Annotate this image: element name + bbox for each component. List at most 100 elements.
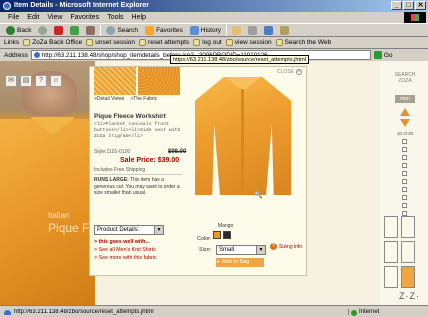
- forward-button[interactable]: [36, 25, 49, 35]
- swatch-row: [94, 67, 180, 95]
- document-icon[interactable]: ▤: [20, 75, 32, 87]
- see-knit-shirts-link[interactable]: > See all Men's Knit Shirts: [94, 247, 156, 253]
- link-unset-session[interactable]: unset session: [86, 39, 135, 46]
- menu-favorites[interactable]: Favorites: [70, 12, 99, 23]
- title-bar: Item Details - Microsoft Internet Explor…: [0, 0, 428, 12]
- home-icon: [86, 25, 96, 35]
- color-swatch-black[interactable]: [223, 231, 231, 239]
- outfit-thumbnail-active[interactable]: [401, 266, 415, 288]
- men-category[interactable]: men: [395, 95, 415, 103]
- link-log-out[interactable]: log out: [193, 39, 222, 46]
- go-button[interactable]: Go: [373, 51, 393, 59]
- free-shipping-note: Includes Free Shipping: [94, 167, 146, 173]
- detail-views-link[interactable]: >Detail Views: [94, 96, 124, 102]
- item-dot[interactable]: [402, 195, 407, 200]
- outfit-thumbnail[interactable]: [384, 241, 398, 263]
- menu-help[interactable]: Help: [132, 12, 146, 23]
- outfit-thumbnails: [384, 216, 415, 288]
- page-icon: [86, 39, 94, 46]
- size-select[interactable]: Small: [216, 245, 266, 255]
- item-dot[interactable]: [402, 155, 407, 160]
- address-label: Address: [4, 51, 28, 59]
- windows-logo-icon: [404, 12, 426, 23]
- menu-edit[interactable]: Edit: [27, 12, 39, 23]
- discuss-button[interactable]: [278, 25, 291, 35]
- item-count: 10 of 30: [396, 131, 414, 136]
- link-reset-attempts[interactable]: reset attempts: [139, 39, 189, 46]
- search-zoza-link[interactable]: SEARCH ZOZA: [390, 72, 420, 84]
- history-button[interactable]: History: [188, 25, 223, 35]
- home-button[interactable]: [84, 25, 97, 35]
- stop-button[interactable]: [52, 25, 65, 35]
- edit-button[interactable]: [262, 25, 275, 35]
- see-fabric-link[interactable]: > See more with this fabric: [94, 255, 157, 261]
- scroll-down-arrow-icon[interactable]: [400, 119, 410, 127]
- side-pique-text: Pique Fl: [48, 221, 93, 235]
- print-button[interactable]: [246, 25, 259, 35]
- close-button[interactable]: ✕: [415, 1, 426, 10]
- toolbar: Back Search Favorites History: [0, 23, 428, 37]
- item-dot[interactable]: [402, 147, 407, 152]
- scroll-up-arrow-icon[interactable]: [400, 108, 410, 116]
- link-view-session[interactable]: view session: [225, 39, 272, 46]
- color-swatch-mango[interactable]: [213, 231, 221, 239]
- item-dot[interactable]: [402, 163, 407, 168]
- link-tooltip: https://63.211.138.48/zbo/source/reset_a…: [170, 55, 309, 64]
- favorites-button[interactable]: Favorites: [143, 25, 185, 35]
- color-label: Color:: [197, 236, 212, 242]
- info-icon: ?: [270, 243, 277, 250]
- model-photo: Italian Pique Fl: [0, 61, 95, 305]
- fabric-thumbnail[interactable]: [138, 67, 180, 95]
- item-dot[interactable]: [402, 139, 407, 144]
- outfit-thumbnail[interactable]: [384, 216, 398, 238]
- outfit-thumbnail[interactable]: [401, 216, 415, 238]
- back-button[interactable]: Back: [4, 25, 33, 35]
- runs-large-heading: RUNS LARGE:: [94, 177, 129, 183]
- side-italian-text: Italian: [48, 211, 70, 220]
- minimize-button[interactable]: _: [391, 1, 402, 10]
- page-icon: [193, 39, 201, 46]
- window-title: Item Details - Microsoft Internet Explor…: [14, 2, 149, 9]
- product-details-select[interactable]: Product Details:: [94, 225, 164, 235]
- page-content: Italian Pique Fl ✉ ▤ ? ☺ CLOSE × >Detail…: [0, 61, 428, 305]
- item-dot[interactable]: [402, 171, 407, 176]
- menu-tools[interactable]: Tools: [107, 12, 123, 23]
- status-bar: http://63.211.138.48/zbo/source/reset_at…: [0, 305, 428, 317]
- item-dot[interactable]: [402, 203, 407, 208]
- discuss-icon: [280, 25, 290, 35]
- search-icon: [106, 25, 116, 35]
- refresh-button[interactable]: [68, 25, 81, 35]
- zoom-icon[interactable]: 🔍: [254, 191, 263, 199]
- go-arrow-icon: [373, 51, 382, 59]
- outfit-thumbnail[interactable]: [401, 241, 415, 263]
- page-icon: [23, 39, 31, 46]
- close-panel-link[interactable]: CLOSE ×: [277, 69, 302, 75]
- menu-view[interactable]: View: [47, 12, 62, 23]
- maximize-button[interactable]: □: [403, 1, 414, 10]
- goes-well-with-heading: > this goes well with...: [94, 239, 150, 245]
- the-fabric-link[interactable]: >The Fabric: [130, 96, 157, 102]
- add-to-bag-button[interactable]: Add to Bag: [216, 258, 264, 267]
- search-button[interactable]: Search: [104, 25, 140, 35]
- detail-view-thumbnail[interactable]: [94, 67, 136, 95]
- edit-icon: [264, 25, 274, 35]
- link-search-web[interactable]: Search the Web: [275, 39, 331, 46]
- outfit-thumbnail[interactable]: [384, 266, 398, 288]
- favorites-star-icon: [145, 25, 155, 35]
- sizing-info-link[interactable]: ? Sizing info: [270, 243, 302, 250]
- links-bar: Links ZoZa Back Office unset session res…: [0, 37, 428, 49]
- size-label: Size:: [199, 247, 212, 253]
- mail-button[interactable]: [230, 25, 243, 35]
- page-icon: [275, 39, 283, 46]
- person-icon[interactable]: ☺: [50, 75, 62, 87]
- menu-file[interactable]: File: [8, 12, 19, 23]
- product-main-image[interactable]: [187, 77, 297, 195]
- toolbar-separator: [100, 24, 102, 36]
- item-dot[interactable]: [402, 179, 407, 184]
- item-dot[interactable]: [402, 187, 407, 192]
- back-arrow-icon: [6, 25, 15, 35]
- email-icon[interactable]: ✉: [5, 75, 17, 87]
- link-zoza-back-office[interactable]: ZoZa Back Office: [23, 39, 82, 46]
- style-number: Style:1101-0126: [94, 149, 131, 155]
- help-icon[interactable]: ?: [35, 75, 47, 87]
